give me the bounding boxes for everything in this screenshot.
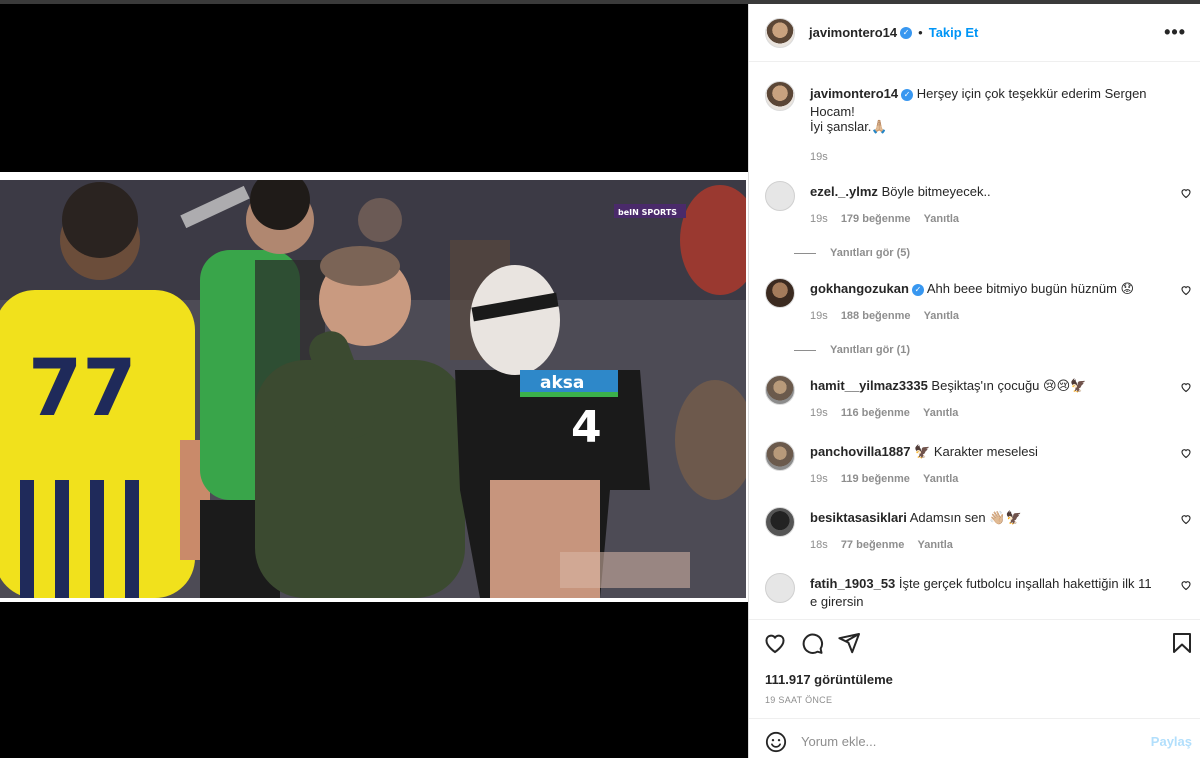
verified-badge-icon: ✓: [911, 283, 924, 296]
like-comment-heart-icon[interactable]: [1180, 447, 1192, 459]
post-comment-button[interactable]: Paylaş: [1151, 734, 1192, 749]
comment-likes[interactable]: 188 beğenme: [841, 310, 911, 322]
video-frame: 77 aksa 4 beIN SPORTS: [0, 180, 746, 598]
reply-button[interactable]: Yanıtla: [923, 407, 958, 419]
commenter-username[interactable]: ezel._.ylmz: [810, 184, 878, 199]
post-side-panel: javimontero14 ✓ • Takip Et ••• javimonte…: [748, 4, 1200, 758]
commenter-username[interactable]: fatih_1903_53: [810, 576, 895, 591]
comment-text: Adamsın sen 👋🏼🦅: [909, 510, 1022, 525]
view-replies-button[interactable]: Yanıtları gör (5): [794, 247, 910, 259]
comment-composer: Yorum ekle... Paylaş: [749, 718, 1200, 758]
author-username[interactable]: javimontero14: [809, 25, 897, 40]
replies-divider-line: [794, 349, 816, 351]
reply-button[interactable]: Yanıtla: [924, 310, 959, 322]
comment-meta: 19s 116 beğenme Yanıtla: [810, 407, 968, 419]
comment-time[interactable]: 19s: [810, 473, 828, 485]
comment-text: 🦅 Karakter meselesi: [914, 444, 1038, 459]
svg-text:4: 4: [571, 402, 602, 453]
separator-dot: •: [918, 25, 923, 40]
view-count[interactable]: 111.917 görüntüleme: [765, 672, 893, 687]
commenter-username[interactable]: besiktasasiklari: [810, 510, 907, 525]
verified-badge-icon: ✓: [900, 26, 913, 39]
share-paper-plane-icon[interactable]: [837, 631, 861, 655]
caption-line2: İyi şanslar.🙏🏼: [810, 119, 888, 134]
comment-time[interactable]: 18s: [810, 539, 828, 551]
emoji-icon[interactable]: [765, 731, 787, 753]
commenter-username[interactable]: hamit__yilmaz3335: [810, 378, 928, 393]
sponsor-logo-text: aksa: [540, 373, 584, 393]
caption-body: javimontero14 ✓ Herşey için çok teşekkür …: [810, 85, 1190, 121]
reply-button[interactable]: Yanıtla: [917, 539, 952, 551]
commenter-avatar[interactable]: [765, 441, 795, 471]
comment-meta: 19s 119 beğenme Yanıtla: [810, 473, 968, 485]
caption-time[interactable]: 19s: [810, 151, 828, 163]
comment-likes[interactable]: 77 beğenme: [841, 539, 905, 551]
video-still-illustration: 77 aksa 4 beIN SPORTS: [0, 180, 746, 598]
comment-time[interactable]: 19s: [810, 310, 828, 322]
comment-meta: 18s 77 beğenme Yanıtla: [810, 539, 963, 551]
replies-divider-line: [794, 252, 816, 254]
comment-body: ezel._.ylmz Böyle bitmeyecek..: [810, 183, 1155, 201]
more-options-icon[interactable]: •••: [1164, 22, 1186, 43]
comment-text: Beşiktaş'ın çocuğu 😢😢🦅: [931, 378, 1087, 393]
comment-likes[interactable]: 179 beğenme: [841, 213, 911, 225]
like-comment-heart-icon[interactable]: [1180, 187, 1192, 199]
reply-button[interactable]: Yanıtla: [923, 473, 958, 485]
commenter-avatar[interactable]: [765, 375, 795, 405]
comment-body: gokhangozukan ✓ Ahh beee bitmiyo bugün hü…: [810, 280, 1155, 298]
comment-bubble-icon[interactable]: [800, 631, 824, 655]
commenter-avatar[interactable]: [765, 573, 795, 603]
comment-likes[interactable]: 119 beğenme: [841, 473, 910, 485]
post-media: 77 aksa 4 beIN SPORTS: [0, 4, 748, 758]
post-time-ago[interactable]: 19 SAAT ÖNCE: [765, 695, 832, 705]
caption-username[interactable]: javimontero14: [810, 86, 898, 101]
broadcaster-badge-text: beIN SPORTS: [618, 208, 677, 217]
commenter-avatar[interactable]: [765, 507, 795, 537]
post-header: javimontero14 ✓ • Takip Et •••: [749, 4, 1200, 62]
caption-author-avatar[interactable]: [765, 81, 795, 111]
comment-likes[interactable]: 116 beğenme: [841, 407, 910, 419]
commenter-username[interactable]: panchovilla1887: [810, 444, 910, 459]
commenter-avatar[interactable]: [765, 181, 795, 211]
comment-text: Böyle bitmeyecek..: [881, 184, 991, 199]
comment-input[interactable]: Yorum ekle...: [801, 734, 876, 749]
comment-body: fatih_1903_53 İşte gerçek futbolcu inşal…: [810, 575, 1155, 611]
reply-button[interactable]: Yanıtla: [924, 213, 959, 225]
like-comment-heart-icon[interactable]: [1180, 513, 1192, 525]
view-replies-button[interactable]: Yanıtları gör (1): [794, 344, 910, 356]
view-replies-label: Yanıtları gör (1): [830, 344, 911, 356]
author-avatar[interactable]: [765, 17, 795, 48]
comment-body: besiktasasiklari Adamsın sen 👋🏼🦅: [810, 509, 1155, 527]
like-heart-icon[interactable]: [763, 631, 787, 655]
comment-time[interactable]: 19s: [810, 213, 828, 225]
comment-body: panchovilla1887 🦅 Karakter meselesi: [810, 443, 1155, 461]
like-comment-heart-icon[interactable]: [1180, 284, 1192, 296]
comment-meta: 19s 179 beğenme Yanıtla: [810, 213, 969, 225]
commenter-username[interactable]: gokhangozukan: [810, 281, 909, 296]
comment-body: hamit__yilmaz3335 Beşiktaş'ın çocuğu 😢😢🦅: [810, 377, 1155, 395]
like-comment-heart-icon[interactable]: [1180, 579, 1192, 591]
jersey-number: 77: [28, 344, 137, 434]
comment-meta: 19s 188 beğenme Yanıtla: [810, 310, 969, 322]
post-actions: 111.917 görüntüleme 19 SAAT ÖNCE: [749, 619, 1200, 709]
commenter-avatar[interactable]: [765, 278, 795, 308]
like-comment-heart-icon[interactable]: [1180, 381, 1192, 393]
comment-text: Ahh beee bitmiyo bugün hüznüm 😟: [926, 281, 1135, 296]
follow-button[interactable]: Takip Et: [929, 25, 979, 40]
comment-time[interactable]: 19s: [810, 407, 828, 419]
save-bookmark-icon[interactable]: [1170, 631, 1194, 655]
comments-list[interactable]: javimontero14 ✓ Herşey için çok teşekkür …: [749, 63, 1200, 619]
verified-badge-icon: ✓: [901, 88, 914, 101]
view-replies-label: Yanıtları gör (5): [830, 247, 911, 259]
video-player[interactable]: 77 aksa 4 beIN SPORTS: [0, 172, 748, 602]
